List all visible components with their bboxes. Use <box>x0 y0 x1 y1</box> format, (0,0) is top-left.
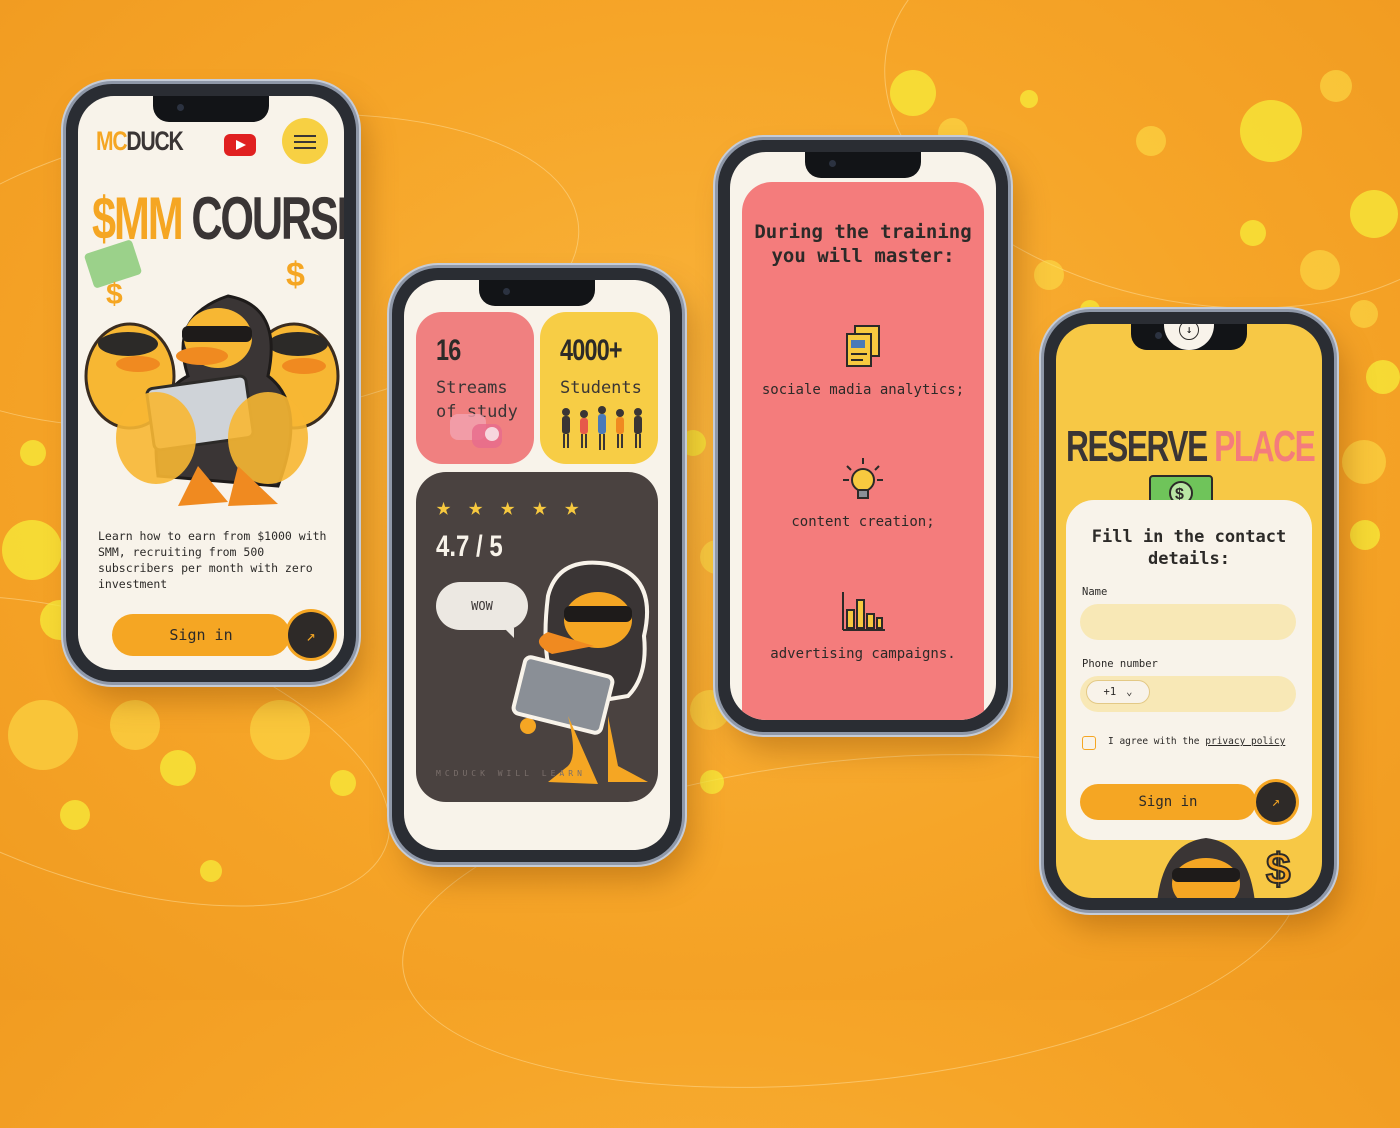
screen-skills: During the training you will master: soc… <box>730 152 996 720</box>
phone-skills: During the training you will master: soc… <box>718 140 1008 732</box>
students-label: Students <box>560 378 642 398</box>
privacy-checkbox[interactable] <box>1082 736 1096 750</box>
streams-illustration <box>450 414 502 448</box>
rating-value: 4.7 / 5 <box>436 530 503 563</box>
name-input[interactable] <box>1080 604 1296 640</box>
youtube-icon[interactable] <box>224 134 256 156</box>
privacy-policy-link[interactable]: privacy policy <box>1205 736 1285 747</box>
skill-label: sociale madia analytics; <box>761 382 965 398</box>
streams-card: 16 Streams of study <box>416 312 534 464</box>
star-icon: ★ <box>564 492 580 521</box>
arrow-up-right-icon[interactable]: ↗ <box>1256 782 1296 822</box>
form-title: Fill in the contact details: <box>1091 527 1287 569</box>
svg-text:$: $ <box>286 256 305 294</box>
skills-card: During the training you will master: soc… <box>742 182 984 720</box>
duck-hero-illustration: $ $ <box>84 240 340 506</box>
chevron-down-icon: ⌄ <box>1126 686 1133 698</box>
bar-chart-icon <box>842 592 885 631</box>
skills-title: During the training you will master: <box>754 221 972 267</box>
documents-icon <box>846 325 880 367</box>
streams-count: 16 <box>436 334 461 367</box>
reserve-title: RESERVE PLACE <box>1066 422 1316 471</box>
country-code-select[interactable]: +1 ⌄ <box>1086 680 1150 704</box>
sign-in-button[interactable]: Sign in <box>112 614 290 656</box>
name-label: Name <box>1082 586 1108 598</box>
phone-notch <box>805 152 921 178</box>
form-sign-in-button[interactable]: Sign in <box>1080 784 1256 820</box>
arrow-up-right-icon[interactable]: ↗ <box>288 612 334 658</box>
students-count: 4000+ <box>560 334 623 367</box>
arrow-down-icon: ↓ <box>1179 324 1199 340</box>
star-rating: ★ ★ ★ ★ ★ <box>436 492 579 521</box>
phone-hero: MCDUCK $MM COURSE $ $ <box>66 84 356 682</box>
hamburger-menu-button[interactable] <box>282 118 328 164</box>
hero-description: Learn how to earn from $1000 with SMM, r… <box>98 529 327 591</box>
watermark-text: MCDUCK WILL LEARN <box>436 769 586 778</box>
rating-card: ★ ★ ★ ★ ★ 4.7 / 5 WOW MCDUCK WILL LEARN <box>416 472 658 802</box>
duck-laptop-illustration <box>511 560 649 784</box>
lightbulb-icon <box>843 458 883 499</box>
duck-footer-illustration: $ <box>1157 838 1291 898</box>
students-card: 4000+ Students <box>540 312 658 464</box>
phone-reserve: ↓ RESERVE PLACE $ Fill in the contact de… <box>1044 312 1334 910</box>
form-sign-in-cta[interactable]: Sign in ↗ <box>1080 782 1296 822</box>
phone-notch <box>479 280 595 306</box>
star-icon: ★ <box>500 492 516 521</box>
star-icon: ★ <box>436 492 452 521</box>
star-icon: ★ <box>468 492 484 521</box>
contact-form: Fill in the contact details: Name Phone … <box>1066 500 1312 840</box>
svg-text:$: $ <box>106 278 123 311</box>
phone-notch <box>153 96 269 122</box>
brand-logo[interactable]: MCDUCK <box>96 126 184 157</box>
screen-stats: 16 Streams of study 4000+ Students ★ ★ ★… <box>404 280 670 850</box>
phone-stats: 16 Streams of study 4000+ Students ★ ★ ★… <box>392 268 682 862</box>
star-icon: ★ <box>532 492 548 521</box>
agree-text: I agree with the <box>1108 736 1200 747</box>
svg-text:$: $ <box>1266 845 1290 894</box>
skill-label: advertising campaigns. <box>770 646 956 662</box>
students-illustration <box>562 406 642 450</box>
screen-reserve: ↓ RESERVE PLACE $ Fill in the contact de… <box>1056 324 1322 898</box>
skill-label: content creation; <box>791 514 935 530</box>
phone-label: Phone number <box>1082 658 1158 670</box>
screen-hero: MCDUCK $MM COURSE $ $ <box>78 96 344 670</box>
sign-in-cta[interactable]: Sign in ↗ <box>112 612 334 658</box>
country-code-value: +1 <box>1103 686 1117 698</box>
